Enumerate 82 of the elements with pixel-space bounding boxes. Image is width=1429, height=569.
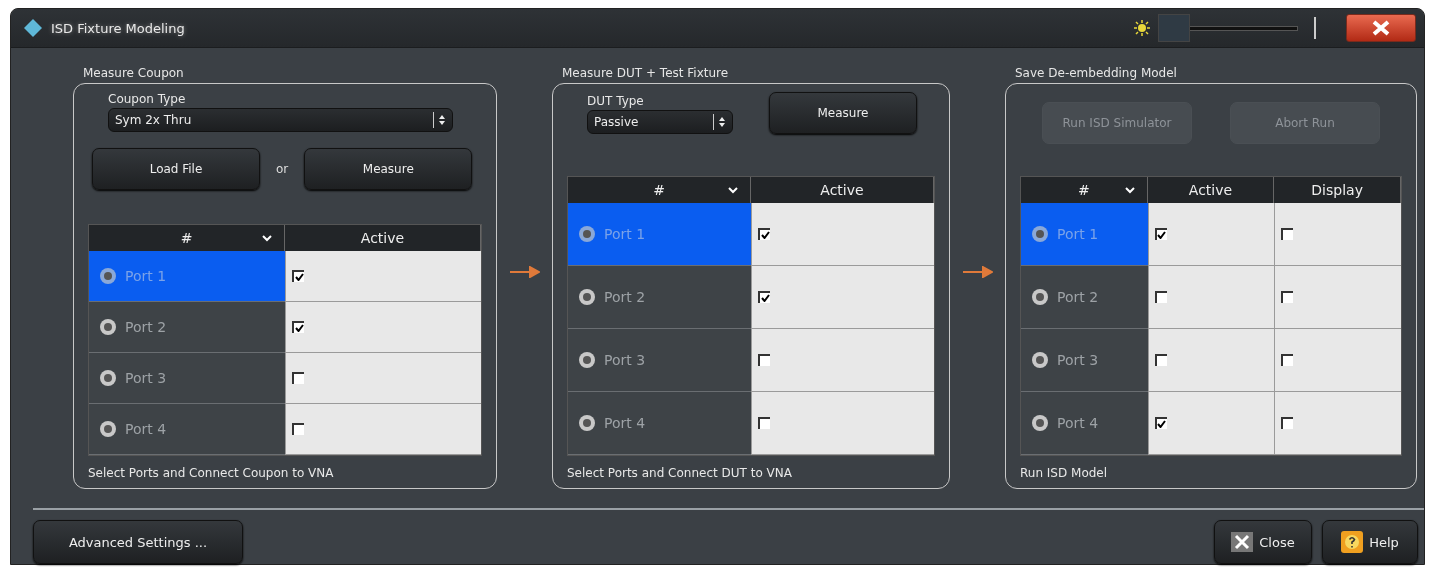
checkbox[interactable] [292,321,304,333]
connector-icon [578,414,596,432]
coupon-type-dropdown[interactable]: Sym 2x Thru [108,108,453,132]
slider-thumb[interactable] [1158,14,1190,42]
connector-icon [99,267,117,285]
window-title: ISD Fixture Modeling [51,20,185,36]
checkbox[interactable] [1154,228,1167,240]
connector-icon [578,351,596,369]
column-header[interactable]: # [89,225,285,251]
connector-icon [99,420,117,438]
dropdown-value: Passive [594,115,639,129]
chevron-icon [262,234,272,242]
checkbox[interactable] [758,354,770,366]
port-label: Port 3 [125,370,167,386]
arrow-icon [509,266,540,278]
connector-icon [99,369,117,387]
dropdown-value: Sym 2x Thru [115,113,192,127]
or-label: or [276,162,289,176]
brightness-slider[interactable] [1158,14,1298,42]
close-button[interactable] [1346,14,1416,42]
checkbox[interactable] [1154,417,1167,429]
advanced-settings-button[interactable]: Advanced Settings ... [33,520,243,564]
column-header[interactable]: Display [1274,177,1401,203]
chevron-icon [728,186,738,194]
port-label: Port 3 [1057,352,1099,368]
checkbox[interactable] [758,228,770,240]
checkbox[interactable] [1281,417,1294,429]
checkbox[interactable] [758,291,770,303]
close-button[interactable]: Close [1214,520,1312,564]
checkbox[interactable] [292,372,304,384]
column-header[interactable]: Active [285,225,481,251]
port-label: Port 2 [125,319,167,335]
port-label: Port 2 [604,289,646,305]
port-label: Port 4 [1057,415,1099,431]
checkbox[interactable] [1154,354,1167,366]
connector-icon [1031,414,1049,432]
port-label: Port 1 [1057,226,1099,242]
column-header[interactable]: Active [751,177,934,203]
checkbox[interactable] [292,423,304,435]
panel-title: Measure Coupon [83,66,185,80]
checkbox[interactable] [292,270,304,282]
load-file-button[interactable]: Load File [92,148,260,190]
panel-title: Measure DUT + Test Fixture [562,66,730,80]
sun-icon [1134,20,1150,36]
checkbox[interactable] [758,417,770,429]
port-label: Port 4 [604,415,646,431]
chevron-icon [1124,186,1135,194]
connector-icon [578,288,596,306]
connector-icon [578,225,596,243]
help-icon [1341,531,1364,553]
panel-footer: Select Ports and Connect DUT to VNA [567,466,935,480]
spinner-icon [718,116,726,128]
port-label: Port 4 [125,421,167,437]
column-header[interactable]: # [1021,177,1148,203]
spinner-icon [438,114,446,126]
connector-icon [99,318,117,336]
connector-icon [1031,351,1049,369]
checkbox[interactable] [1281,354,1294,366]
measure-button[interactable]: Measure [769,92,917,134]
port-label: Port 2 [1057,289,1099,305]
connector-icon [1031,225,1049,243]
panel-footer: Run ISD Model [1020,466,1402,480]
column-header[interactable]: Active [1147,177,1275,203]
checkbox[interactable] [1281,291,1294,303]
column-header[interactable]: # [568,177,751,203]
checkbox[interactable] [1154,291,1167,303]
panel-title: Save De-embedding Model [1015,66,1178,80]
dut-type-dropdown[interactable]: Passive [587,110,733,134]
arrow-icon [962,266,993,278]
dropdown-label: Coupon Type [108,92,187,106]
port-label: Port 1 [125,268,167,284]
connector-icon [1031,288,1049,306]
port-label: Port 3 [604,352,646,368]
measure-button[interactable]: Measure [304,148,473,190]
dropdown-label: DUT Type [587,94,645,108]
close-icon [1231,532,1254,552]
panel-footer: Select Ports and Connect Coupon to VNA [88,466,482,480]
port-label: Port 1 [604,226,646,242]
close-icon [1371,20,1391,36]
logo-icon [23,18,43,38]
help-button[interactable]: Help [1322,520,1418,564]
checkbox[interactable] [1281,228,1294,240]
